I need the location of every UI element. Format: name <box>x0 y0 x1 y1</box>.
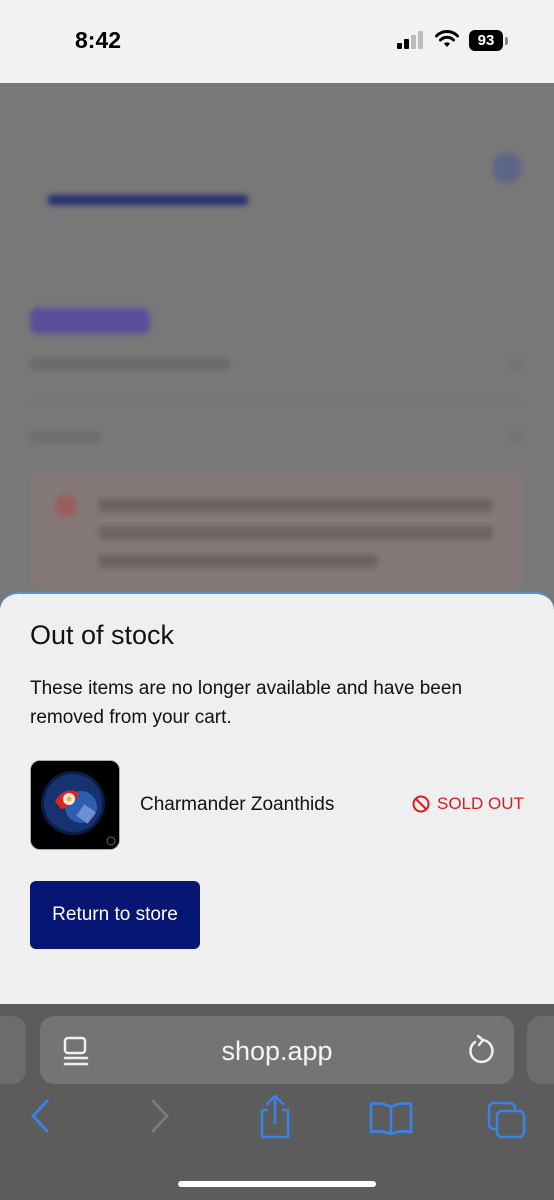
wifi-icon <box>435 30 459 47</box>
prohibited-icon <box>412 795 430 813</box>
out-of-stock-sheet: Out of stock These items are no longer a… <box>0 592 554 1006</box>
status-bar: 8:42 93 <box>0 0 554 83</box>
alert-text-line <box>98 554 378 568</box>
chevron-down-icon <box>507 425 525 443</box>
previous-tab-preview[interactable] <box>0 1016 26 1084</box>
background-page-overlay <box>0 83 554 603</box>
account-icon <box>492 153 522 183</box>
product-image <box>31 761 119 849</box>
battery-cap <box>505 37 508 45</box>
return-to-store-button[interactable]: Return to store <box>30 881 200 949</box>
address-bar[interactable]: shop.app <box>40 1016 514 1084</box>
forward-icon[interactable] <box>148 1096 172 1136</box>
cellular-signal-icon <box>397 31 423 49</box>
divider <box>30 403 524 404</box>
next-tab-preview[interactable] <box>527 1016 554 1084</box>
email-placeholder <box>30 358 230 370</box>
sold-out-label: SOLD OUT <box>437 794 524 813</box>
home-indicator[interactable] <box>178 1181 376 1187</box>
battery-indicator: 93 <box>469 30 503 51</box>
chevron-down-icon <box>507 352 525 370</box>
status-time: 8:42 <box>75 27 122 53</box>
sheet-title: Out of stock <box>30 620 175 650</box>
product-thumbnail <box>30 760 120 850</box>
store-logo-subtitle <box>48 195 248 205</box>
back-icon[interactable] <box>28 1096 52 1136</box>
shop-pay-badge <box>30 308 150 334</box>
section-placeholder <box>30 431 100 443</box>
bookmarks-icon[interactable] <box>368 1100 414 1136</box>
reload-icon[interactable] <box>466 1034 496 1066</box>
alert-text-line <box>98 526 493 540</box>
sheet-message: These items are no longer available and … <box>30 678 463 728</box>
alert-icon <box>55 495 77 517</box>
sold-out-badge: SOLD OUT <box>412 794 524 814</box>
tabs-icon[interactable] <box>486 1100 528 1140</box>
alert-text-line <box>98 498 493 512</box>
url-text[interactable]: shop.app <box>40 1036 514 1067</box>
product-name: Charmander Zoanthids <box>140 794 335 815</box>
share-icon[interactable] <box>256 1094 294 1140</box>
